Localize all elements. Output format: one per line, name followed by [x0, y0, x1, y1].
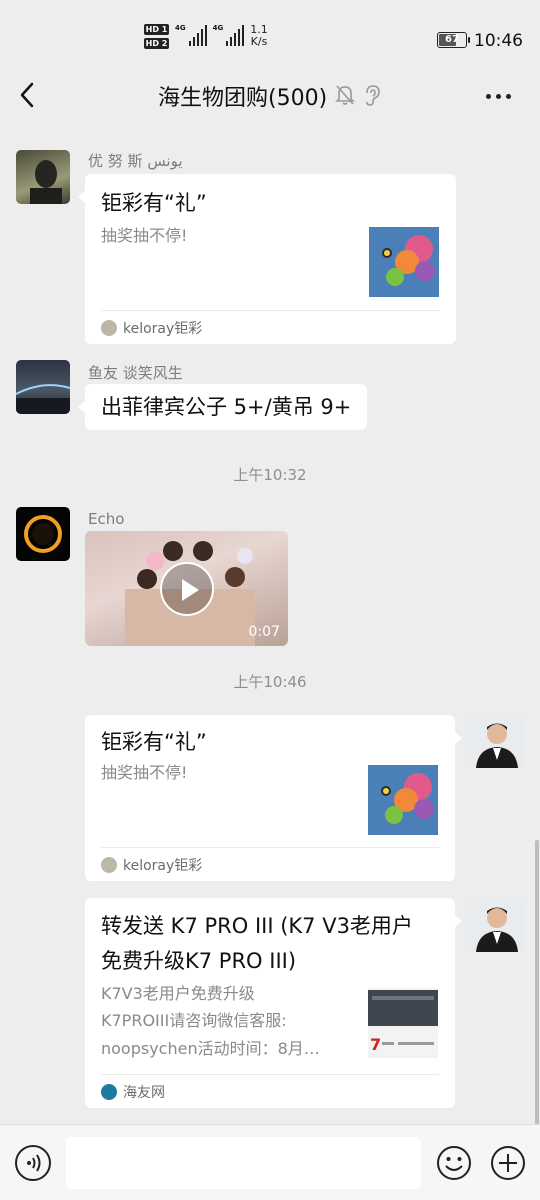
scrollbar[interactable]	[535, 840, 539, 1125]
signal-icon-2: 4G	[213, 24, 245, 46]
card-description: 抽奖抽不停!	[101, 763, 188, 782]
emoji-icon	[437, 1146, 471, 1180]
voice-icon	[27, 1154, 41, 1172]
card-title: 钜彩有“礼”	[101, 730, 207, 754]
more-button[interactable]	[486, 88, 518, 104]
my-avatar[interactable]	[470, 898, 524, 952]
message-input[interactable]	[66, 1137, 421, 1189]
sender-name: 鱼友 谈笑风生	[88, 364, 183, 382]
mute-bell-icon	[335, 84, 355, 106]
sender-name: 优 努 斯 يونس	[88, 152, 183, 170]
status-time: 10:46	[474, 31, 523, 51]
card-thumbnail: 7	[368, 988, 438, 1058]
source-name: 海友网	[123, 1084, 165, 1101]
card-source: keloray钜彩	[101, 310, 440, 344]
card-thumbnail	[368, 765, 438, 835]
battery-icon: 67	[437, 32, 470, 48]
network-speed: 1.1 K/s	[250, 23, 268, 48]
source-logo-icon	[101, 856, 117, 873]
link-card-message[interactable]: 转发送 K7 PRO III (K7 V3老用户 免费升级K7 PRO III)…	[85, 898, 462, 1108]
video-message[interactable]: 0:07	[85, 531, 288, 646]
chat-header: 海生物团购(500)	[0, 70, 540, 122]
card-source: 海友网	[101, 1074, 439, 1108]
input-bar	[0, 1124, 540, 1200]
back-icon	[20, 82, 34, 108]
time-separator: 上午10:32	[233, 466, 307, 484]
plus-icon	[491, 1146, 525, 1180]
more-icon	[486, 93, 491, 99]
card-title: 钜彩有“礼”	[101, 191, 207, 215]
card-source: keloray钜彩	[101, 847, 439, 881]
my-avatar[interactable]	[470, 714, 524, 768]
hd-badge-1: HD 1	[144, 24, 169, 35]
link-card-message[interactable]: 钜彩有“礼” 抽奖抽不停! keloray钜彩	[85, 715, 462, 881]
chat-title[interactable]: 海生物团购(500)	[158, 80, 327, 112]
source-name: keloray钜彩	[123, 320, 203, 337]
text-message[interactable]: 出菲律宾公子 5+/黄吊 9+	[77, 384, 368, 430]
card-title-line-2: 免费升级K7 PRO III)	[101, 949, 297, 973]
ear-icon	[362, 84, 382, 106]
card-thumbnail	[369, 227, 439, 297]
source-logo-icon	[101, 319, 117, 336]
card-title-line-1: 转发送 K7 PRO III (K7 V3老用户	[101, 914, 413, 938]
time-separator: 上午10:46	[233, 673, 307, 691]
link-card-message[interactable]: 钜彩有“礼” 抽奖抽不停! keloray钜彩	[78, 174, 456, 344]
back-button[interactable]	[14, 80, 44, 110]
card-description-line-3: noopsychen活动时间：8月…	[101, 1039, 320, 1058]
card-description-line-2: K7PROIII请咨询微信客服:	[101, 1011, 287, 1030]
emoji-button[interactable]	[436, 1145, 472, 1181]
avatar[interactable]	[16, 507, 70, 561]
sender-name: Echo	[88, 510, 125, 528]
hd-badge-2: HD 2	[144, 38, 169, 49]
plus-button[interactable]	[490, 1145, 526, 1181]
source-logo-icon	[101, 1083, 117, 1100]
battery-level: 67	[445, 34, 459, 45]
avatar[interactable]	[16, 360, 70, 414]
message-text: 出菲律宾公子 5+/黄吊 9+	[101, 395, 352, 419]
signal-icon-1: 4G	[175, 24, 207, 46]
card-description-line-1: K7V3老用户免费升级	[101, 984, 255, 1003]
video-duration: 0:07	[248, 624, 280, 640]
play-icon[interactable]	[160, 562, 214, 616]
svg-text:7: 7	[370, 1035, 381, 1054]
avatar[interactable]	[16, 150, 70, 204]
signal-group: HD 1 HD 2 4G 4G 1.1 K/s	[144, 24, 268, 49]
source-name: keloray钜彩	[123, 857, 203, 874]
status-bar: HD 1 HD 2 4G 4G 1.1 K/s 67 10:46	[0, 0, 540, 78]
voice-button[interactable]	[15, 1145, 51, 1181]
card-description: 抽奖抽不停!	[101, 226, 188, 245]
